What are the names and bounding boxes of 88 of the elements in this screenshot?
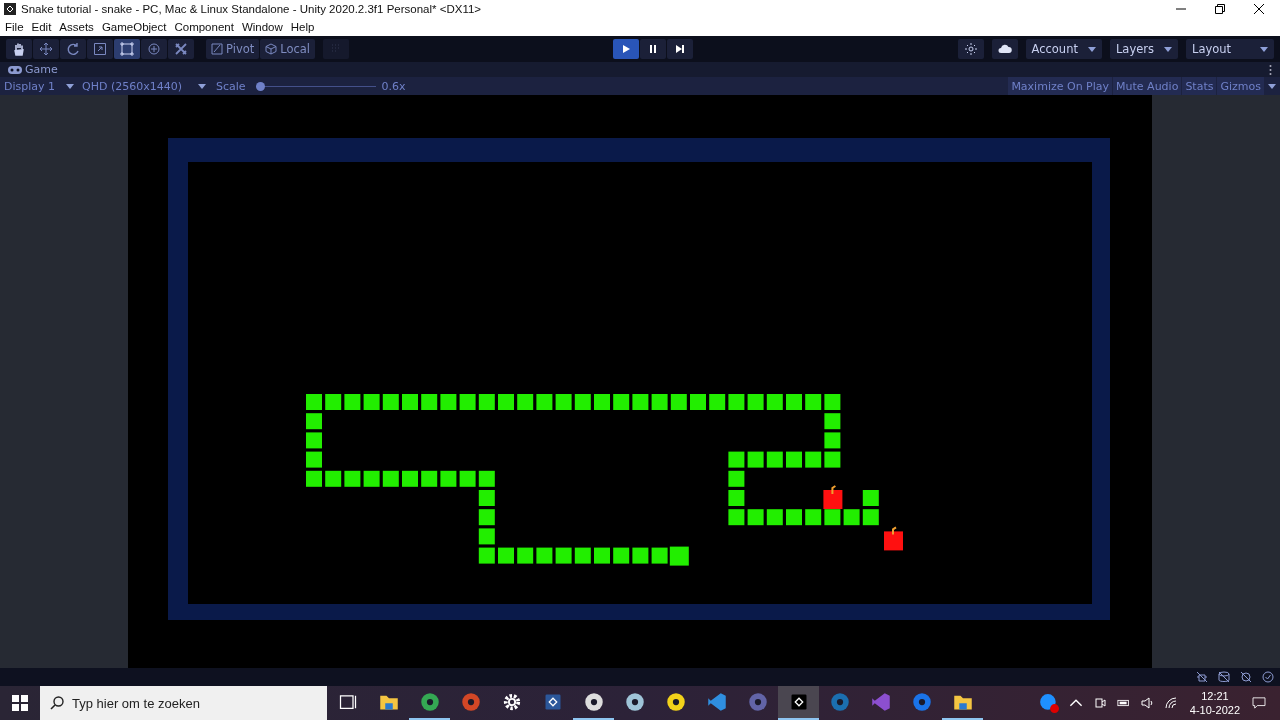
scale-slider-thumb[interactable] (255, 81, 265, 91)
menu-item[interactable]: Window (241, 21, 283, 33)
scale-icon (93, 42, 107, 56)
rotate-tool-button[interactable] (60, 39, 86, 59)
caret-icon (198, 83, 206, 89)
speaker-icon[interactable] (1140, 697, 1155, 709)
meeting-icon[interactable] (1092, 697, 1107, 709)
cloud-icon (997, 42, 1012, 56)
toggle-button[interactable]: Mute Audio (1113, 77, 1182, 95)
scale-tool-button[interactable] (87, 39, 113, 59)
menu-item[interactable]: Help (290, 21, 315, 33)
ribbon-logo-icon (706, 692, 727, 712)
unity-logo-icon (4, 3, 16, 15)
database-icon[interactable] (1218, 671, 1230, 683)
caret-icon (1260, 46, 1268, 52)
menu-item[interactable]: File (5, 21, 24, 33)
hand-icon (12, 42, 26, 56)
app-circle-icon (747, 692, 768, 712)
gear-icon (501, 692, 522, 712)
display-dropdown[interactable]: Display 1 (0, 77, 78, 95)
transform-tool-button[interactable] (141, 39, 167, 59)
ribbon-logo-icon (870, 692, 891, 712)
app-circle-icon (419, 692, 440, 712)
sun-icon (964, 43, 977, 55)
menu-item[interactable]: Assets (59, 21, 94, 33)
hand-tool-button[interactable] (6, 39, 32, 59)
app-circle-icon (624, 692, 645, 712)
custom-tool-button[interactable] (168, 39, 194, 59)
check-circle-icon[interactable] (1262, 671, 1274, 683)
rotate-icon (66, 42, 80, 56)
menu-item[interactable]: Edit (31, 21, 52, 33)
step-icon (675, 44, 686, 54)
wifi-icon[interactable] (1164, 697, 1179, 709)
app-circle-icon (665, 692, 686, 712)
play-button[interactable] (613, 39, 640, 59)
rect-icon (120, 42, 134, 56)
caret-icon (1087, 46, 1096, 52)
pivot-button[interactable]: Pivot (206, 39, 260, 59)
rect-tool-button[interactable] (114, 39, 140, 59)
dropdown-button[interactable]: Account (1025, 39, 1102, 59)
move-icon (39, 42, 53, 56)
windows-start-icon[interactable] (12, 695, 28, 711)
more-options-icon[interactable] (1269, 64, 1272, 75)
custom-icon (174, 42, 188, 56)
game-tab[interactable]: Game (8, 63, 58, 76)
restore-icon[interactable] (1215, 4, 1225, 14)
chevron-up-icon[interactable] (1068, 697, 1083, 709)
toggle-button[interactable]: Gizmos (1217, 77, 1264, 95)
toggle-button[interactable]: Stats (1182, 77, 1217, 95)
network-icon[interactable] (1240, 671, 1252, 683)
gamepad-icon (8, 65, 22, 74)
local-button[interactable]: Local (260, 39, 316, 59)
battery-icon[interactable] (1116, 697, 1131, 709)
play-icon (621, 44, 632, 54)
menu-item[interactable]: GameObject (101, 21, 167, 33)
help-icon[interactable] (1038, 693, 1059, 713)
search-field[interactable]: Typ hier om te zoeken (40, 686, 327, 720)
pivot-icon (211, 43, 223, 55)
move-tool-button[interactable] (33, 39, 59, 59)
pause-icon (648, 44, 659, 54)
clock-date[interactable]: 4-10-2022 (1189, 703, 1240, 717)
unity-taskbar-button[interactable] (778, 686, 819, 720)
app-circle-icon (460, 692, 481, 712)
app-circle-icon (829, 692, 850, 712)
caret-icon (1164, 46, 1172, 52)
menu-item[interactable]: Component (174, 21, 234, 33)
pause-button[interactable] (640, 39, 667, 59)
toggle-button[interactable]: Maximize On Play (1008, 77, 1113, 95)
dropdown-button[interactable]: Layers (1109, 39, 1178, 59)
scale-label: Scale (216, 79, 246, 93)
task-view-icon (337, 692, 358, 712)
scale-reading: 0.6x (381, 79, 406, 93)
window-title: Snake tutorial - snake - PC, Mac & Linux Standalone - Unity 2020.2.3f1 Personal* <DX11> (21, 3, 482, 15)
close-icon[interactable] (1254, 4, 1264, 14)
bug-icon[interactable] (1196, 671, 1208, 683)
caret-icon[interactable] (1268, 83, 1276, 89)
app-circle-icon (583, 692, 604, 712)
caret-icon (66, 83, 74, 89)
transform-icon (147, 42, 161, 56)
cloud-button[interactable] (991, 39, 1018, 59)
cube-icon (265, 43, 278, 55)
clock-time[interactable]: 12:21 (1201, 689, 1229, 703)
step-button[interactable] (667, 39, 694, 59)
lighting-button[interactable] (957, 39, 984, 59)
resolution-dropdown[interactable]: QHD (2560x1440) (78, 77, 210, 95)
app-circle-icon (911, 692, 932, 712)
notification-icon[interactable] (1252, 697, 1266, 709)
dropdown-button[interactable]: Layout (1186, 39, 1274, 59)
